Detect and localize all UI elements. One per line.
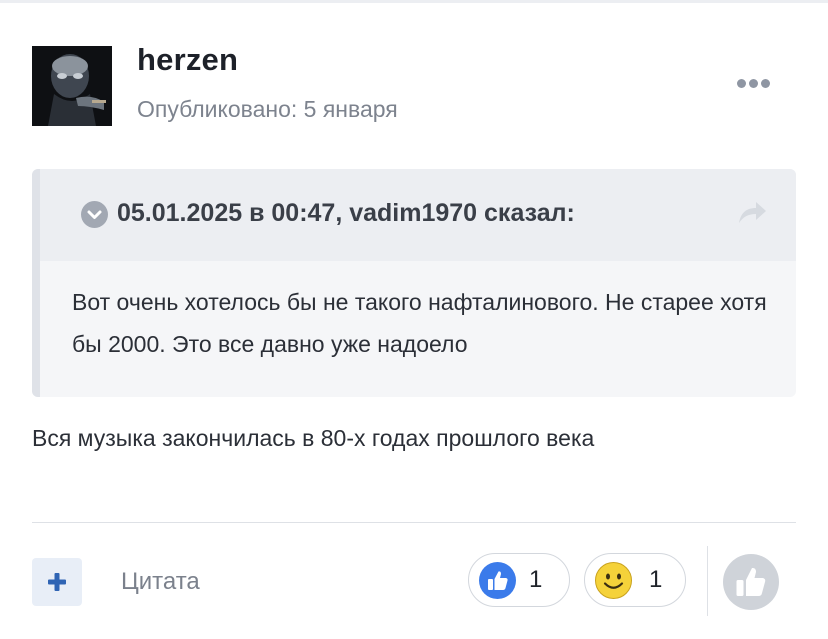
quote-text: Вот очень хотелось бы не такого нафталин… (72, 289, 767, 357)
divider (32, 522, 796, 523)
reaction-like-count: 1 (529, 566, 543, 593)
smile-icon (595, 562, 632, 599)
post-date: Опубликовано: 5 января (137, 96, 398, 122)
thumbs-up-icon (736, 567, 766, 596)
author-name[interactable]: herzen (137, 42, 238, 78)
chevron-down-icon[interactable] (81, 201, 108, 228)
quote-citation[interactable]: 05.01.2025 в 00:47, vadim1970 сказал: (117, 199, 575, 228)
post-body: Вся музыка закончилась в 80-х годах прош… (32, 425, 595, 451)
more-options-button[interactable] (737, 76, 773, 90)
top-border (0, 0, 828, 3)
reaction-smile[interactable]: 1 (584, 553, 686, 607)
quote-block: 05.01.2025 в 00:47, vadim1970 сказал: Во… (32, 169, 796, 397)
share-arrow-icon[interactable] (735, 199, 769, 227)
quote-button[interactable]: Цитата (121, 568, 200, 596)
quote-accent-bar (32, 169, 40, 397)
quote-header: 05.01.2025 в 00:47, vadim1970 сказал: (40, 169, 796, 261)
add-reaction-button[interactable] (723, 554, 779, 610)
plus-icon (48, 573, 66, 591)
thumbs-up-icon (479, 562, 516, 599)
more-dots-icon (737, 78, 746, 88)
avatar-image (32, 46, 112, 126)
reaction-like[interactable]: 1 (468, 553, 570, 607)
add-multiquote-button[interactable] (32, 558, 82, 606)
reaction-smile-count: 1 (649, 566, 663, 593)
footer-separator (707, 546, 708, 616)
avatar[interactable] (32, 46, 112, 126)
